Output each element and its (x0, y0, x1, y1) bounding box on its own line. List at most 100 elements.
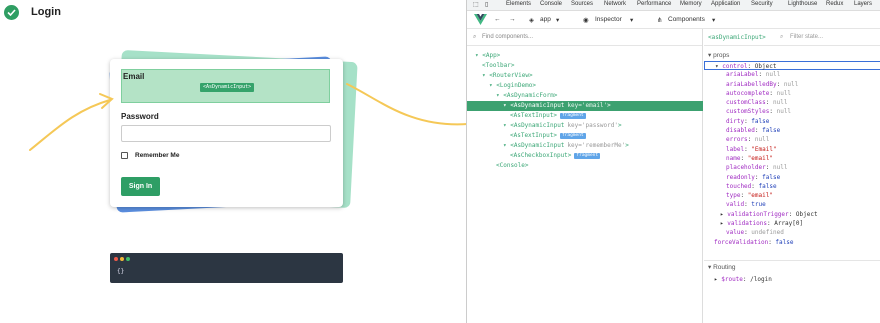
prop-key: valid (726, 201, 745, 209)
tab-security[interactable]: Security (751, 1, 773, 7)
prop-key: validationTrigger (727, 210, 789, 218)
route-key: $route (721, 276, 743, 283)
prop-row[interactable]: type: "email" (704, 191, 880, 200)
tree-node-name: <AsTextInput> (510, 132, 557, 139)
prop-row[interactable]: errors: null (704, 135, 880, 144)
back-arrow-icon[interactable]: ← (494, 16, 501, 23)
prop-row[interactable]: disabled: false (704, 126, 880, 135)
prop-value: null (776, 108, 792, 116)
component-search[interactable]: ⌕ Find components... (467, 29, 702, 46)
props-section: ▾ props ▾ control: Object ariaLabel: null… (704, 51, 880, 247)
tab-sources[interactable]: Sources (571, 1, 593, 7)
tree-node-close: > (607, 102, 611, 109)
tab-lighthouse[interactable]: Lighthouse (788, 1, 817, 7)
prop-key: ariaLabel (726, 71, 759, 79)
route-value: /login (750, 276, 772, 283)
tree-node-name: <LoginDemo> (496, 82, 536, 89)
chevron-down-icon[interactable]: ▾ (712, 16, 715, 24)
tab-network[interactable]: Network (604, 1, 626, 7)
tree-node[interactable]: ▾ <AsDynamicInput key='email'> (467, 101, 703, 111)
prop-row[interactable]: forceValidation: false (704, 238, 880, 247)
prop-value: null (754, 136, 770, 144)
fragment-badge: fragment (559, 133, 586, 139)
prop-row[interactable]: value: undefined (704, 228, 880, 237)
tree-node[interactable]: <Console> (467, 161, 703, 171)
tree-node-close: > (625, 142, 629, 149)
check-logo-icon (4, 5, 19, 20)
code-output: {} (117, 268, 125, 275)
prop-row[interactable]: dirty: false (704, 117, 880, 126)
find-components-input[interactable]: Find components... (482, 34, 533, 40)
tree-node-name: <AsTextInput> (510, 112, 557, 119)
tree-node[interactable]: <AsCheckboxInput> fragment (467, 151, 703, 161)
app-preview: Login Email <AsDynamicInput> Password Re… (0, 0, 466, 323)
prop-row[interactable]: ariaLabel: null (704, 70, 880, 79)
tree-node-name: <AsDynamicInput (510, 122, 565, 129)
inspector-label[interactable]: Inspector (595, 16, 622, 23)
prop-row[interactable]: name: "email" (704, 154, 880, 163)
prop-value: false (762, 127, 781, 135)
tab-memory[interactable]: Memory (680, 1, 702, 7)
state-header: <asDynamicInput> ⌕ Filter state... (704, 29, 880, 46)
prop-key: value (726, 229, 745, 237)
tree-node[interactable]: ▾ <AsDynamicInput key='password'> (467, 121, 703, 131)
prop-row[interactable]: touched: false (704, 182, 880, 191)
vue-devtools-toolbar: ← → ◈ app ▾ ◉ Inspector ▾ ⋔ Components ▾ (467, 11, 880, 29)
tree-node-name: <App> (482, 52, 501, 59)
prop-value: true (751, 201, 766, 209)
prop-separator: : (788, 210, 796, 218)
prop-row[interactable]: placeholder: null (704, 163, 880, 172)
sign-in-button[interactable]: Sign In (121, 177, 160, 196)
chevron-down-icon[interactable]: ▾ (556, 16, 559, 24)
inspect-icon[interactable]: ⬚ (473, 1, 479, 8)
tree-node[interactable]: <AsTextInput> fragment (467, 111, 703, 121)
prop-row[interactable]: customClass: null (704, 98, 880, 107)
tree-node[interactable]: ▾ <LoginDemo> (467, 81, 703, 91)
tab-layers[interactable]: Layers (854, 1, 872, 7)
prop-row[interactable]: label: "Email" (704, 145, 880, 154)
prop-key: name (726, 154, 741, 162)
prop-row[interactable]: ▸ validations: Array[0] (704, 219, 880, 228)
tree-node[interactable]: <AsTextInput> fragment (467, 131, 703, 141)
tree-node[interactable]: ▾ <App> (467, 51, 703, 61)
prop-separator: : (769, 108, 777, 116)
forward-arrow-icon[interactable]: → (509, 16, 516, 23)
prop-row[interactable]: customStyles: null (704, 107, 880, 116)
tab-console[interactable]: Console (540, 1, 562, 7)
prop-row[interactable]: autocomplete: null (704, 89, 880, 98)
prop-row[interactable]: readonly: false (704, 173, 880, 182)
password-input[interactable] (121, 125, 331, 142)
tree-node[interactable]: ▾ <AsDynamicInput key='rememberMe'> (467, 141, 703, 151)
route-row[interactable]: ▸ $route: /login (704, 275, 880, 284)
tab-application[interactable]: Application (711, 1, 740, 7)
component-tree: ▾ <App> <Toolbar> ▾ <RouterView> ▾ <LoginDe… (467, 51, 703, 171)
chevron-down-icon[interactable]: ▾ (630, 16, 633, 24)
tab-elements[interactable]: Elements (506, 1, 531, 7)
app-selector-icon: ◈ (529, 17, 534, 24)
routing-header[interactable]: ▾ Routing (704, 263, 880, 273)
props-header[interactable]: ▾ props (704, 51, 880, 61)
filter-state-input[interactable]: Filter state... (790, 34, 823, 40)
tab-performance[interactable]: Performance (637, 1, 671, 7)
window-dot-red-icon (114, 257, 118, 261)
window-dot-yellow-icon (120, 257, 124, 261)
prop-row[interactable]: ariaLabelledBy: null (704, 80, 880, 89)
prop-key: errors (726, 136, 748, 144)
email-field-highlight[interactable]: Email <AsDynamicInput> (121, 69, 330, 103)
prop-row[interactable]: ▸ validationTrigger: Object (704, 210, 880, 219)
prop-row[interactable]: valid: true (704, 200, 880, 209)
tree-node[interactable]: <Toolbar> (467, 61, 703, 71)
device-icon[interactable]: ▯ (485, 1, 488, 8)
tree-node[interactable]: ▾ <AsDynamicForm> (467, 91, 703, 101)
tree-node-key: key='password' (567, 122, 618, 129)
component-tree-pane: ⌕ Find components... ▾ <App> <Toolbar> ▾ <… (467, 29, 703, 323)
tab-redux[interactable]: Redux (826, 1, 843, 7)
vue-logo-icon (474, 14, 487, 25)
prop-row[interactable]: ▾ control: Object (704, 61, 880, 71)
components-label[interactable]: Components (668, 16, 705, 23)
app-selector-label[interactable]: app (540, 16, 551, 23)
prop-value: "email" (747, 192, 773, 200)
tree-node[interactable]: ▾ <RouterView> (467, 71, 703, 81)
prop-key: placeholder (726, 164, 766, 172)
remember-me-checkbox[interactable] (121, 152, 128, 159)
